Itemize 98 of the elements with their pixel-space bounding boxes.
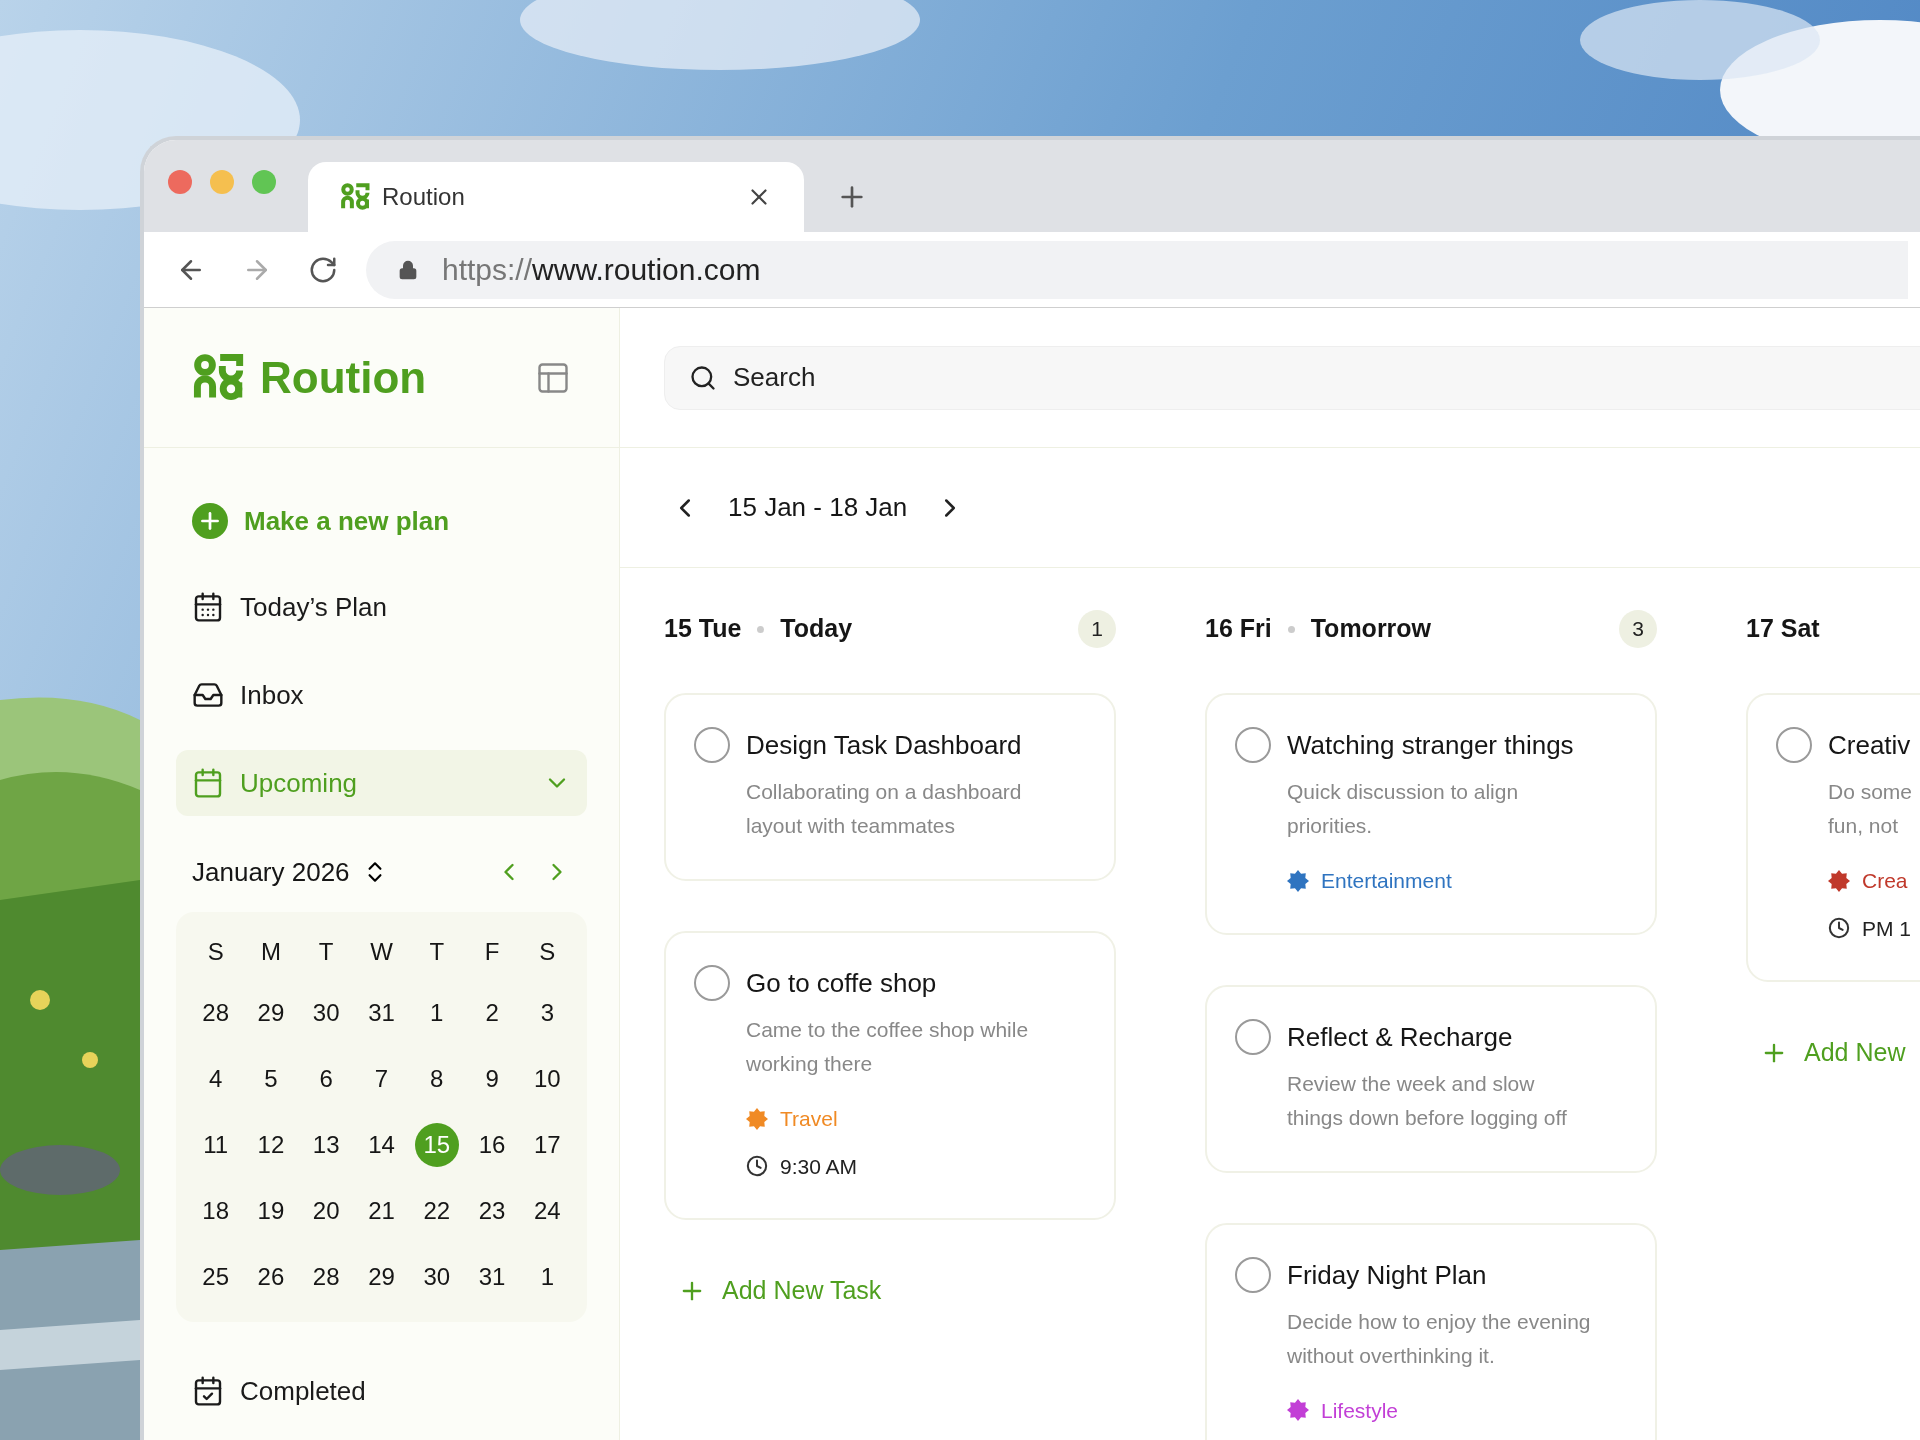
task-count: 1 xyxy=(1078,610,1116,648)
task-card[interactable]: Watching stranger things Quick discussion to align priorities. Entertainment xyxy=(1205,693,1657,935)
weekday-label: T xyxy=(428,937,446,967)
weekday-label: W xyxy=(369,937,394,967)
weekday-label: M xyxy=(259,937,282,967)
weekday-label: S xyxy=(538,937,557,967)
tab-logo-icon xyxy=(340,182,370,212)
column-label: Tomorrow xyxy=(1310,613,1432,645)
task-title: Watching stranger things xyxy=(1287,729,1574,762)
task-card[interactable]: Friday Night Plan Decide how to enjoy the evening without overthinking it. Lifestyle xyxy=(1205,1222,1657,1440)
calendar-day[interactable]: 14 xyxy=(359,1123,404,1167)
tag-label: Travel xyxy=(780,1106,838,1132)
calendar-day[interactable]: 10 xyxy=(525,1057,570,1101)
tag-label: Lifestyle xyxy=(1321,1397,1399,1424)
task-card[interactable]: Reflect & Recharge Review the week and slow things down before logging off xyxy=(1205,984,1657,1173)
task-title: Design Task Dashboard xyxy=(746,729,1022,762)
calendar-day[interactable]: 8 xyxy=(414,1057,459,1101)
task-time: PM 1 xyxy=(1862,915,1911,942)
task-description: Collaborating on a dashboard layout with teammates xyxy=(746,779,1022,839)
calendar-day[interactable]: 26 xyxy=(248,1255,293,1299)
task-description: Decide how to enjoy the evening without overthinking it. xyxy=(1287,1308,1591,1369)
calendar-day[interactable]: 13 xyxy=(304,1123,349,1167)
url-text: https://www.roution.com xyxy=(442,252,761,288)
calendar-day[interactable]: 7 xyxy=(359,1057,404,1101)
calendar-day[interactable]: 18 xyxy=(193,1189,238,1233)
today-icon xyxy=(192,591,224,623)
column-label: Today xyxy=(780,613,853,645)
calendar-day[interactable]: 1 xyxy=(525,1255,570,1299)
task-checkbox[interactable] xyxy=(1235,727,1271,763)
task-count: 3 xyxy=(1619,610,1657,648)
brand-name: Roution xyxy=(260,351,428,404)
calendar-day[interactable]: 20 xyxy=(304,1189,349,1233)
calendar-day[interactable]: 21 xyxy=(359,1189,404,1233)
calendar-day[interactable]: 11 xyxy=(193,1123,238,1167)
tag-label: Entertainment xyxy=(1321,868,1452,894)
nav-item[interactable]: Completed xyxy=(176,1358,587,1424)
calendar-day[interactable]: 28 xyxy=(193,991,238,1035)
task-checkbox[interactable] xyxy=(1776,727,1812,763)
task-card[interactable]: Creativ Do some fun, not Crea PM 1 xyxy=(1746,693,1920,982)
calendar-day[interactable]: 23 xyxy=(470,1189,515,1233)
nav-item[interactable]: Inbox xyxy=(176,662,587,728)
calendar-day[interactable]: 9 xyxy=(470,1057,515,1101)
calendar-day[interactable]: 30 xyxy=(414,1255,459,1299)
address-bar[interactable]: https://www.roution.com xyxy=(366,240,1908,299)
column-date: 16 Fri xyxy=(1205,613,1272,645)
task-title: Reflect & Recharge xyxy=(1287,1020,1514,1054)
task-checkbox[interactable] xyxy=(1235,1256,1271,1293)
task-checkbox[interactable] xyxy=(694,965,730,1001)
calendar-day[interactable]: 24 xyxy=(525,1189,570,1233)
calendar-day[interactable]: 12 xyxy=(248,1123,293,1167)
calendar-day[interactable]: 17 xyxy=(525,1123,570,1167)
upcoming-icon xyxy=(192,767,224,799)
calendar-day[interactable]: 25 xyxy=(193,1255,238,1299)
calendar-day[interactable]: 30 xyxy=(304,991,349,1035)
calendar-day[interactable]: 31 xyxy=(470,1255,515,1299)
month-label: January 2026 xyxy=(192,855,350,889)
completed-icon xyxy=(192,1375,224,1407)
date-range: 15 Jan - 18 Jan xyxy=(728,491,908,524)
dot-separator xyxy=(757,625,765,633)
lock-icon xyxy=(398,259,418,280)
calendar-day[interactable]: 29 xyxy=(359,1255,404,1299)
calendar-day[interactable]: 22 xyxy=(414,1189,459,1233)
task-card[interactable]: Design Task Dashboard Collaborating on a dashboard layout with teammates xyxy=(664,693,1116,881)
calendar-day[interactable]: 16 xyxy=(470,1123,515,1167)
task-card[interactable]: Go to coffe shop Came to the coffee shop while working there Travel 9:30 AM xyxy=(664,931,1116,1220)
calendar-day[interactable]: 28 xyxy=(304,1255,349,1299)
task-title: Friday Night Plan xyxy=(1287,1258,1488,1292)
calendar-day[interactable]: 29 xyxy=(248,991,293,1035)
task-description: Quick discussion to align priorities. xyxy=(1287,779,1520,839)
column-date: 17 Sat xyxy=(1746,613,1820,645)
task-time: 9:30 AM xyxy=(780,1153,858,1180)
task-title: Creativ xyxy=(1828,729,1912,762)
calendar-day[interactable]: 31 xyxy=(359,991,404,1035)
search-field[interactable]: Search xyxy=(664,345,1920,410)
task-title: Go to coffe shop xyxy=(746,967,938,1000)
task-description: Came to the coffee shop while working there xyxy=(746,1017,1029,1077)
tag-label: Crea xyxy=(1862,868,1908,894)
weekday-label: T xyxy=(317,937,335,967)
column-date: 15 Tue xyxy=(664,613,742,645)
calendar-day[interactable]: 5 xyxy=(248,1057,293,1101)
calendar-day[interactable]: 6 xyxy=(304,1057,349,1101)
task-description: Review the week and slow things down before logging off xyxy=(1287,1070,1567,1131)
nav-item[interactable]: Today’s Plan xyxy=(176,574,587,640)
weekday-label: F xyxy=(483,937,501,967)
task-checkbox[interactable] xyxy=(694,727,730,763)
calendar-day[interactable]: 4 xyxy=(193,1057,238,1101)
task-checkbox[interactable] xyxy=(1235,1018,1271,1055)
calendar-day[interactable]: 3 xyxy=(525,991,570,1035)
search-icon xyxy=(689,363,717,392)
clock-icon xyxy=(746,1155,768,1178)
calendar-day[interactable]: 1 xyxy=(414,991,459,1035)
browser-tab[interactable]: Roution xyxy=(308,162,804,232)
clock-icon xyxy=(1828,917,1850,940)
dot-separator xyxy=(1287,625,1295,633)
calendar-day[interactable]: 19 xyxy=(248,1189,293,1233)
weekday-label: S xyxy=(206,937,225,967)
task-description: Do some fun, not xyxy=(1828,779,1913,839)
calendar-day[interactable]: 2 xyxy=(470,991,515,1035)
